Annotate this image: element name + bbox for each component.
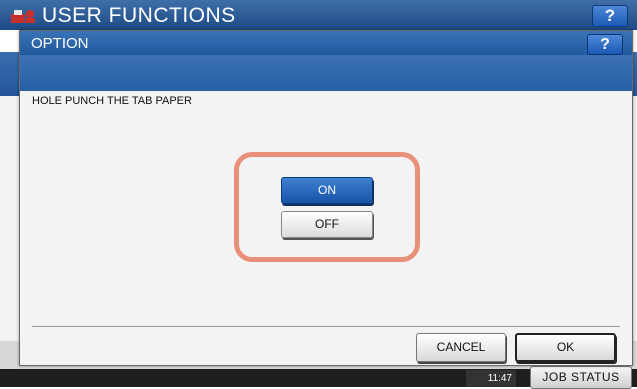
dialog-help-button[interactable]: ? <box>587 34 623 55</box>
option-dialog: OPTION ? HOLE PUNCH THE TAB PAPER ON OFF… <box>19 30 633 366</box>
background-help-button[interactable]: ? <box>592 5 628 27</box>
dialog-title: OPTION <box>31 35 89 52</box>
cancel-button[interactable]: CANCEL <box>416 333 506 362</box>
off-button[interactable]: OFF <box>281 211 373 238</box>
background-title: USER FUNCTIONS <box>42 4 236 27</box>
ok-button[interactable]: OK <box>515 333 616 362</box>
dialog-title-bar: OPTION ? <box>20 31 632 55</box>
user-functions-logo-icon <box>11 10 35 23</box>
setting-label: HOLE PUNCH THE TAB PAPER <box>32 95 192 107</box>
job-status-button[interactable]: JOB STATUS <box>530 366 632 389</box>
background-header: USER FUNCTIONS ? <box>0 0 637 30</box>
dialog-header-band <box>20 55 632 91</box>
on-button[interactable]: ON <box>281 177 373 204</box>
options-highlight-ring <box>234 152 420 262</box>
dialog-divider <box>32 326 620 327</box>
clock-display: 11:47 <box>466 370 516 387</box>
